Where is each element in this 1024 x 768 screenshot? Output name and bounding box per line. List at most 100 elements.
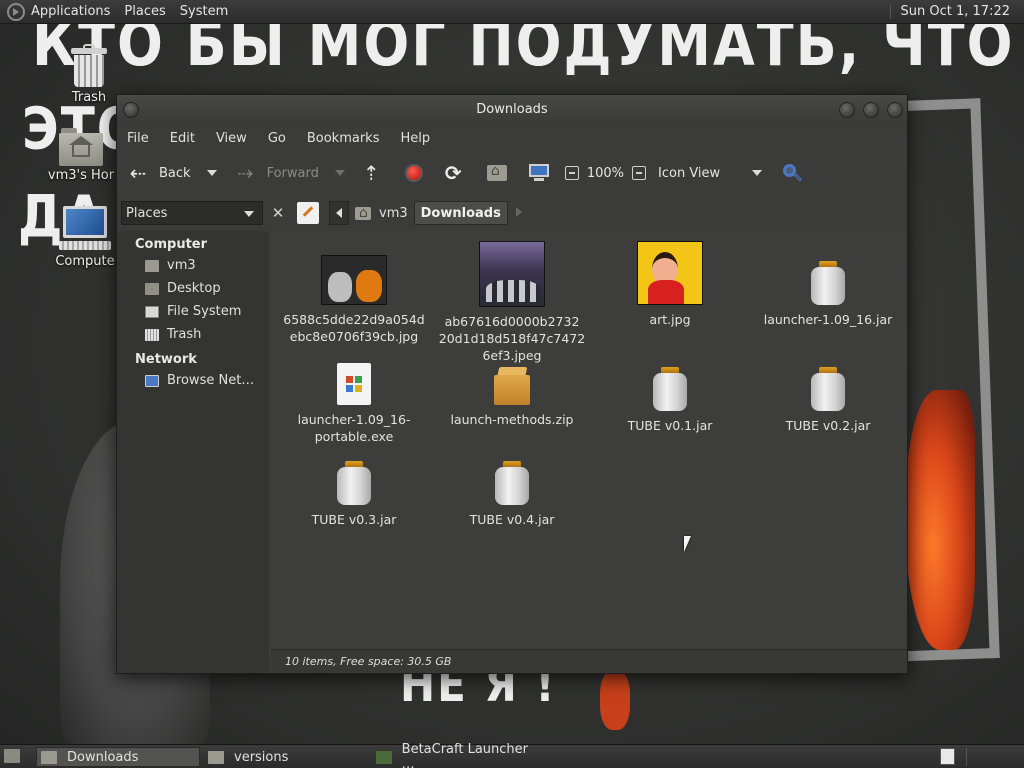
breadcrumb-label: vm3 xyxy=(379,205,408,221)
places-selector-label: Places xyxy=(126,205,168,221)
file-name: TUBE v0.3.jar xyxy=(311,512,397,527)
system-menu[interactable]: System xyxy=(180,4,228,19)
taskbar-item-label: versions xyxy=(234,749,289,765)
up-arrow-icon[interactable]: ⇡ xyxy=(363,161,383,185)
mouse-cursor-icon xyxy=(684,536,691,552)
window-titlebar[interactable]: Downloads xyxy=(117,95,907,125)
breadcrumb-vm3[interactable]: vm3 xyxy=(349,201,414,225)
applications-menu[interactable]: Applications xyxy=(31,4,110,19)
taskbar-item-downloads[interactable]: Downloads xyxy=(36,747,200,767)
image-thumbnail xyxy=(479,241,545,307)
forward-label: Forward xyxy=(266,165,319,181)
view-mode-select[interactable]: Icon View xyxy=(658,166,750,181)
file-item[interactable]: launcher-1.09_16- portable.exe xyxy=(279,363,429,445)
close-sidebar-icon[interactable]: ✕ xyxy=(267,204,289,222)
close-button[interactable] xyxy=(887,102,903,118)
edit-location-icon[interactable] xyxy=(297,202,319,224)
file-item[interactable]: TUBE v0.2.jar xyxy=(753,367,903,434)
desktop-icon-trash[interactable]: Trash xyxy=(58,44,120,105)
jar-icon xyxy=(495,461,529,505)
sidebar-item-desktop[interactable]: Desktop xyxy=(117,277,269,300)
back-history-dropdown[interactable] xyxy=(206,170,217,176)
sidebar-item-vm3[interactable]: vm3 xyxy=(117,254,269,277)
toolbar: ⇠ Back ⇢ Forward ⇡ ⟳ 100% Icon View xyxy=(117,151,907,195)
jar-icon xyxy=(337,461,371,505)
forward-arrow-icon: ⇢ xyxy=(237,161,254,185)
show-desktop-icon[interactable] xyxy=(4,749,20,763)
sidebar-heading-network: Network xyxy=(135,352,197,367)
forward-button[interactable]: ⇢ Forward xyxy=(235,158,319,188)
file-item[interactable]: TUBE v0.3.jar xyxy=(279,461,429,528)
desktop-icon-home[interactable]: vm3's Hor xyxy=(46,128,116,183)
menu-go[interactable]: Go xyxy=(268,131,286,146)
file-item[interactable]: TUBE v0.4.jar xyxy=(437,461,587,528)
sidebar-item-label: Trash xyxy=(167,327,202,342)
jar-icon xyxy=(811,261,845,305)
zip-icon xyxy=(494,367,530,405)
zoom-in-icon[interactable] xyxy=(632,166,647,180)
file-item[interactable]: ab67616d0000b2732 20d1d18d518f47c7472 6e… xyxy=(437,241,587,364)
desktop-icon-label: vm3's Hor xyxy=(47,168,115,183)
file-item[interactable]: art.jpg xyxy=(595,241,745,328)
taskbar-item-label: BetaCraft Launcher … xyxy=(401,742,529,768)
wallpaper-flame-shape xyxy=(905,390,975,650)
desktop-icon xyxy=(145,282,159,295)
breadcrumb-scroll-right[interactable] xyxy=(515,206,522,221)
menu-help[interactable]: Help xyxy=(400,131,430,146)
search-icon[interactable] xyxy=(782,163,802,183)
places-menu[interactable]: Places xyxy=(124,4,165,19)
sidebar-places-selector[interactable]: Places xyxy=(121,201,263,225)
reload-icon[interactable]: ⟳ xyxy=(445,161,465,185)
main-menu-icon[interactable] xyxy=(7,2,25,21)
jar-icon xyxy=(653,367,687,411)
back-button[interactable]: ⇠ Back xyxy=(127,158,191,188)
menu-file[interactable]: File xyxy=(127,131,149,146)
file-item[interactable]: TUBE v0.1.jar xyxy=(595,367,745,434)
desktop-icon-computer[interactable]: Compute xyxy=(54,206,116,269)
back-arrow-icon: ⇠ xyxy=(129,161,147,185)
sidebar-item-file-system[interactable]: File System xyxy=(117,300,269,323)
file-name: 6588c5dde22d9a054d ebc8e0706f39cb.jpg xyxy=(283,312,425,344)
chevron-down-icon xyxy=(244,211,254,217)
home-folder-icon xyxy=(355,205,371,221)
view-mode-dropdown-icon[interactable] xyxy=(752,170,763,176)
stop-icon[interactable] xyxy=(404,164,423,182)
home-icon[interactable] xyxy=(486,163,507,181)
computer-icon[interactable] xyxy=(528,164,549,182)
jar-icon xyxy=(811,367,845,411)
forward-history-dropdown[interactable] xyxy=(334,170,345,176)
maximize-button[interactable] xyxy=(863,102,879,118)
menu-view[interactable]: View xyxy=(216,131,247,146)
trash-icon xyxy=(71,44,107,88)
file-icon-view[interactable]: 6588c5dde22d9a054d ebc8e0706f39cb.jpg ab… xyxy=(271,231,907,649)
file-name: TUBE v0.4.jar xyxy=(469,512,555,527)
sidebar-item-label: Desktop xyxy=(167,281,221,296)
file-name: launcher-1.09_16.jar xyxy=(763,312,893,327)
breadcrumb-scroll-left[interactable] xyxy=(329,201,349,225)
filesystem-icon xyxy=(145,305,159,318)
taskbar-item-versions[interactable]: versions xyxy=(204,747,368,767)
sidebar-item-browse-network[interactable]: Browse Net… xyxy=(117,369,269,392)
menu-bookmarks[interactable]: Bookmarks xyxy=(307,131,380,146)
desktop-icon-label: Compute xyxy=(55,254,115,269)
panel-clock[interactable]: Sun Oct 1, 17:22 xyxy=(889,4,1010,19)
file-item[interactable]: launcher-1.09_16.jar xyxy=(753,241,903,328)
home-icon xyxy=(145,259,159,272)
desktop-icon-label: Trash xyxy=(71,90,107,105)
window-menu-button[interactable] xyxy=(123,102,139,118)
zoom-out-icon[interactable] xyxy=(564,166,579,180)
breadcrumb-downloads[interactable]: Downloads xyxy=(413,201,508,225)
top-panel: Applications Places System Sun Oct 1, 17… xyxy=(0,0,1024,24)
file-item[interactable]: launch-methods.zip xyxy=(437,367,587,428)
menu-edit[interactable]: Edit xyxy=(170,131,195,146)
file-item[interactable]: 6588c5dde22d9a054d ebc8e0706f39cb.jpg xyxy=(279,241,429,345)
file-name: art.jpg xyxy=(649,312,691,327)
computer-icon xyxy=(59,206,111,252)
workspace-switcher[interactable] xyxy=(940,748,955,765)
sidebar-item-label: Browse Net… xyxy=(167,373,255,388)
network-icon xyxy=(145,374,159,387)
sidebar-item-trash[interactable]: Trash xyxy=(117,323,269,346)
minimize-button[interactable] xyxy=(839,102,855,118)
taskbar-item-betacraft[interactable]: BetaCraft Launcher … xyxy=(372,742,542,768)
breadcrumb-label: Downloads xyxy=(420,205,501,221)
